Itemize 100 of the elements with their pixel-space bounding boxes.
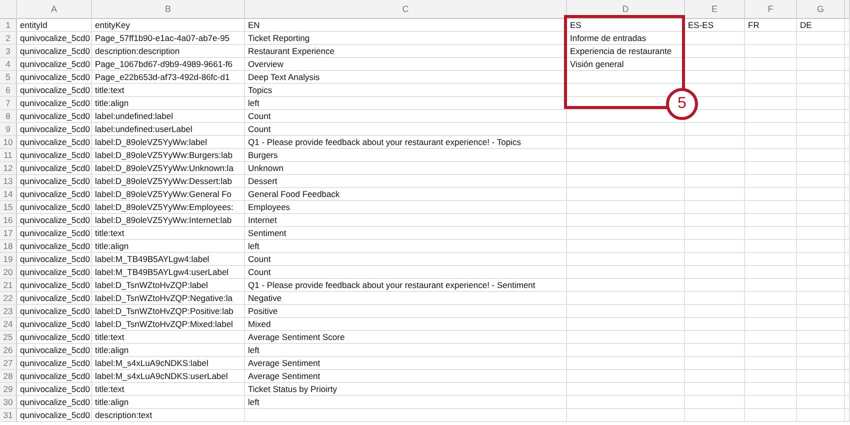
row-header[interactable]: 25 <box>0 331 17 344</box>
empty-cell <box>797 97 845 110</box>
row-header[interactable]: 4 <box>0 58 17 71</box>
table-cell: label:D_89oleVZ5YyWw:Unknown:la <box>92 162 245 175</box>
row-header[interactable]: 6 <box>0 84 17 97</box>
row-header[interactable]: 13 <box>0 175 17 188</box>
column-header[interactable]: A <box>17 0 92 19</box>
table-cell: qunivocalize_5cd0 <box>17 253 92 266</box>
table-cell: Page_1067bd67-d9b9-4989-9661-f6 <box>92 58 245 71</box>
empty-cell <box>797 110 845 123</box>
table-cell: qunivocalize_5cd0 <box>17 45 92 58</box>
empty-cell <box>745 292 797 305</box>
table-cell: Q1 - Please provide feedback about your restaurant experience! - Topics <box>245 136 567 149</box>
empty-cell <box>745 383 797 396</box>
row-header[interactable]: 11 <box>0 149 17 162</box>
column-header[interactable]: C <box>245 0 567 19</box>
row-header[interactable]: 10 <box>0 136 17 149</box>
empty-cell <box>797 292 845 305</box>
column-header[interactable]: F <box>745 0 797 19</box>
table-cell: qunivocalize_5cd0 <box>17 344 92 357</box>
row-header[interactable]: 20 <box>0 266 17 279</box>
row-header[interactable]: 14 <box>0 188 17 201</box>
row-header[interactable]: 19 <box>0 253 17 266</box>
empty-cell <box>797 357 845 370</box>
row-header[interactable]: 17 <box>0 227 17 240</box>
column-header[interactable]: B <box>92 0 245 19</box>
empty-cell <box>745 266 797 279</box>
table-cell: General Food Feedback <box>245 188 567 201</box>
column-header[interactable]: G <box>797 0 845 19</box>
row-header[interactable]: 29 <box>0 383 17 396</box>
empty-cell <box>797 162 845 175</box>
row-header[interactable]: 27 <box>0 357 17 370</box>
table-cell: FR <box>745 19 797 32</box>
table-cell: title:align <box>92 97 245 110</box>
empty-cell <box>685 149 745 162</box>
table-cell: description:text <box>92 409 245 422</box>
row-header[interactable]: 31 <box>0 409 17 422</box>
table-cell: qunivocalize_5cd0 <box>17 305 92 318</box>
empty-cell <box>797 344 845 357</box>
table-cell: left <box>245 396 567 409</box>
empty-cell <box>685 266 745 279</box>
table-cell: Internet <box>245 214 567 227</box>
table-cell: qunivocalize_5cd0 <box>17 357 92 370</box>
row-header[interactable]: 30 <box>0 396 17 409</box>
empty-cell <box>797 253 845 266</box>
empty-cell <box>745 175 797 188</box>
table-cell: label:D_89oleVZ5YyWw:Burgers:lab <box>92 149 245 162</box>
column-header[interactable]: E <box>685 0 745 19</box>
table-cell: qunivocalize_5cd0 <box>17 136 92 149</box>
table-cell: qunivocalize_5cd0 <box>17 227 92 240</box>
table-cell: label:M_s4xLuA9cNDKS:label <box>92 357 245 370</box>
table-cell: Overview <box>245 58 567 71</box>
empty-cell <box>797 331 845 344</box>
table-cell: Average Sentiment Score <box>245 331 567 344</box>
table-cell: qunivocalize_5cd0 <box>17 149 92 162</box>
row-header[interactable]: 22 <box>0 292 17 305</box>
table-cell: label:undefined:label <box>92 110 245 123</box>
table-cell: Count <box>245 266 567 279</box>
table-cell: label:D_TsnWZtoHvZQP:Mixed:label <box>92 318 245 331</box>
row-header[interactable]: 3 <box>0 45 17 58</box>
empty-cell <box>685 240 745 253</box>
empty-cell <box>685 201 745 214</box>
table-cell: Negative <box>245 292 567 305</box>
row-header[interactable]: 2 <box>0 32 17 45</box>
empty-cell <box>745 188 797 201</box>
row-header[interactable]: 8 <box>0 110 17 123</box>
row-header[interactable]: 16 <box>0 214 17 227</box>
empty-cell <box>797 149 845 162</box>
row-header[interactable]: 21 <box>0 279 17 292</box>
column-header[interactable] <box>845 0 850 19</box>
table-cell: qunivocalize_5cd0 <box>17 97 92 110</box>
row-header[interactable]: 23 <box>0 305 17 318</box>
row-header[interactable]: 26 <box>0 344 17 357</box>
row-header[interactable]: 18 <box>0 240 17 253</box>
table-cell: qunivocalize_5cd0 <box>17 188 92 201</box>
row-header[interactable]: 24 <box>0 318 17 331</box>
table-cell: label:M_TB49B5AYLgw4:userLabel <box>92 266 245 279</box>
empty-cell <box>685 409 745 422</box>
table-cell: label:D_89oleVZ5YyWw:Dessert:lab <box>92 175 245 188</box>
empty-cell <box>797 409 845 422</box>
row-header[interactable]: 28 <box>0 370 17 383</box>
row-header[interactable]: 12 <box>0 162 17 175</box>
table-cell: title:align <box>92 240 245 253</box>
empty-cell <box>745 32 797 45</box>
empty-cell <box>745 253 797 266</box>
empty-cell <box>745 71 797 84</box>
table-cell: label:D_89oleVZ5YyWw:Employees: <box>92 201 245 214</box>
table-cell: qunivocalize_5cd0 <box>17 318 92 331</box>
table-cell: qunivocalize_5cd0 <box>17 162 92 175</box>
empty-cell <box>745 344 797 357</box>
table-cell: label:D_TsnWZtoHvZQP:Positive:lab <box>92 305 245 318</box>
row-header[interactable]: 5 <box>0 71 17 84</box>
row-header[interactable]: 1 <box>0 19 17 32</box>
select-all-corner[interactable] <box>0 0 17 19</box>
empty-cell <box>685 318 745 331</box>
row-header[interactable]: 7 <box>0 97 17 110</box>
empty-cell <box>797 45 845 58</box>
empty-cell <box>685 58 745 71</box>
row-header[interactable]: 9 <box>0 123 17 136</box>
row-header[interactable]: 15 <box>0 201 17 214</box>
